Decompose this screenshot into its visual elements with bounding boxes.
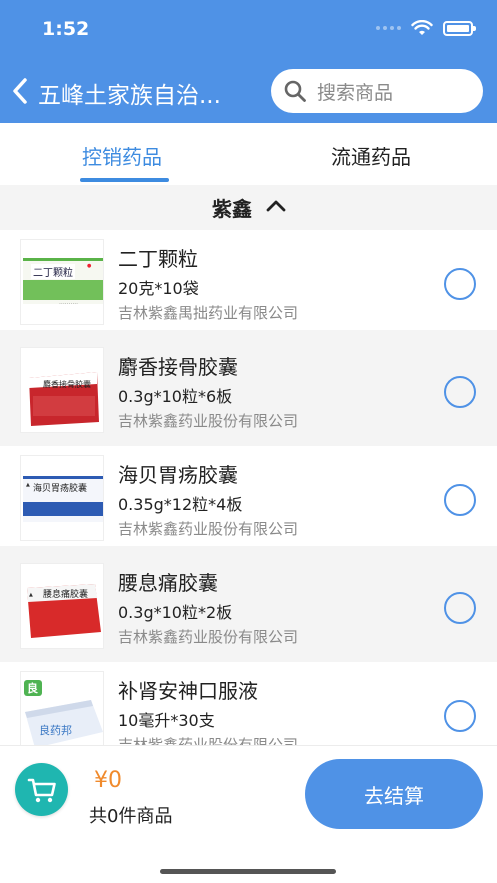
product-box-label: 腰息痛胶囊: [43, 590, 89, 600]
nav-title: 五峰土家族自治...: [38, 83, 221, 109]
product-manufacturer: 吉林紫鑫禺拙药业有限公司: [118, 304, 299, 322]
status-icons: [376, 20, 476, 36]
product-manufacturer: 吉林紫鑫药业股份有限公司: [118, 412, 299, 430]
cart-item-count: 共0件商品: [89, 806, 173, 827]
product-name: 二丁颗粒: [118, 247, 198, 271]
home-indicator[interactable]: [160, 869, 336, 874]
svg-text:..........: ..........: [59, 299, 78, 306]
select-radio[interactable]: [444, 268, 476, 300]
select-radio[interactable]: [444, 700, 476, 732]
product-image: 麝香接骨胶囊: [20, 347, 104, 433]
back-arrow-icon[interactable]: [10, 76, 30, 106]
product-item[interactable]: ▲ 腰息痛胶囊 腰息痛胶囊 0.3g*10粒*2板 吉林紫鑫药业股份有限公司: [0, 554, 497, 654]
product-spec: 0.35g*12粒*4板: [118, 495, 243, 514]
battery-icon: [443, 20, 476, 36]
cart-total-price: ¥0: [94, 768, 122, 793]
checkout-button[interactable]: 去结算: [305, 759, 483, 829]
svg-text:▲: ▲: [29, 592, 33, 598]
search-input[interactable]: 搜索商品: [271, 69, 483, 113]
brand-filter-label: 紫鑫: [212, 197, 252, 221]
select-radio[interactable]: [444, 592, 476, 624]
tab-bar: 控销药品 流通药品: [0, 123, 497, 185]
signal-icon: [376, 26, 401, 30]
product-name: 麝香接骨胶囊: [118, 355, 238, 379]
shopping-cart-icon: [27, 778, 56, 802]
product-spec: 0.3g*10粒*6板: [118, 387, 233, 406]
product-item[interactable]: ● .......... 二丁颗粒 二丁颗粒 20克*10袋 吉林紫鑫禺拙药业有…: [0, 230, 497, 330]
search-icon: [284, 80, 306, 102]
product-item[interactable]: 麝香接骨胶囊 麝香接骨胶囊 0.3g*10粒*6板 吉林紫鑫药业股份有限公司: [0, 338, 497, 438]
svg-text:●: ●: [87, 263, 92, 269]
product-image: 良 良药邦: [20, 671, 104, 745]
product-name: 补肾安神口服液: [118, 679, 258, 703]
product-item[interactable]: ▲ 海贝胃疡胶囊 海贝胃疡胶囊 0.35g*12粒*4板 吉林紫鑫药业股份有限公…: [0, 446, 497, 546]
tab-controlled-drugs[interactable]: 控销药品: [82, 141, 162, 170]
header: 1:52 五峰土家族自治... 搜索商品: [0, 0, 497, 123]
product-manufacturer: 吉林紫鑫药业股份有限公司: [118, 628, 299, 646]
brand-filter[interactable]: 紫鑫: [0, 185, 497, 230]
active-tab-indicator: [80, 178, 169, 182]
product-box-label: 良药邦: [39, 724, 72, 737]
product-box-label: 二丁颗粒: [31, 264, 75, 279]
status-time: 1:52: [42, 18, 90, 40]
product-list[interactable]: ● .......... 二丁颗粒 二丁颗粒 20克*10袋 吉林紫鑫禺拙药业有…: [0, 230, 497, 745]
product-name: 腰息痛胶囊: [118, 571, 218, 595]
product-spec: 0.3g*10粒*2板: [118, 603, 233, 622]
chevron-up-icon: [266, 200, 286, 212]
product-box-label: 麝香接骨胶囊: [43, 380, 91, 389]
product-name: 海贝胃疡胶囊: [118, 463, 238, 487]
select-radio[interactable]: [444, 376, 476, 408]
product-image: ▲ 海贝胃疡胶囊: [20, 455, 104, 541]
tab-circulation-drugs[interactable]: 流通药品: [331, 141, 411, 170]
product-manufacturer: 吉林紫鑫药业股份有限公司: [118, 520, 299, 538]
svg-text:▲: ▲: [26, 482, 30, 488]
cart-button[interactable]: [15, 763, 68, 816]
cart-bar: ¥0 共0件商品 去结算: [0, 745, 497, 883]
product-box-label: 海贝胃疡胶囊: [33, 484, 88, 494]
product-spec: 10毫升*30支: [118, 711, 215, 730]
product-spec: 20克*10袋: [118, 279, 199, 298]
product-image: ● .......... 二丁颗粒: [20, 239, 104, 325]
product-image: ▲ 腰息痛胶囊: [20, 563, 104, 649]
select-radio[interactable]: [444, 484, 476, 516]
product-item[interactable]: 良 良药邦 补肾安神口服液 10毫升*30支 吉林紫鑫药业股份有限公司: [0, 662, 497, 745]
product-manufacturer: 吉林紫鑫药业股份有限公司: [118, 736, 299, 745]
search-placeholder: 搜索商品: [317, 81, 394, 104]
product-badge: 良: [27, 682, 38, 695]
wifi-icon: [411, 20, 433, 35]
